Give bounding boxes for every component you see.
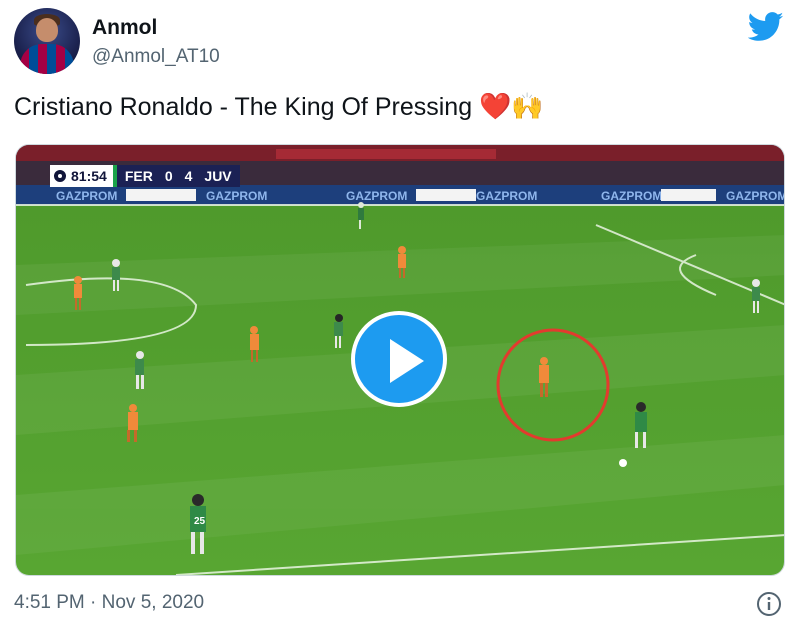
tweet-body: Cristiano Ronaldo - The King Of Pressing — [14, 93, 473, 121]
author-handle[interactable]: @Anmol_AT10 — [92, 46, 220, 68]
tweet-text: Cristiano Ronaldo - The King Of Pressing… — [14, 92, 544, 122]
tweet-emojis: ❤️🙌 — [479, 92, 544, 122]
author-name[interactable]: Anmol — [92, 16, 157, 40]
ad-sponsor: GAZPROM — [346, 189, 407, 203]
home-team: FER — [124, 168, 153, 184]
ad-sponsor: GAZPROM — [56, 189, 117, 203]
shirt-number: 25 — [194, 516, 206, 527]
match-clock: 81:54 — [71, 168, 107, 184]
avatar-head — [36, 18, 58, 42]
ad-sponsor: GAZPROM — [206, 189, 267, 203]
ad-panel-white — [416, 189, 476, 201]
ad-sponsor: GAZPROM — [601, 189, 662, 203]
home-score: 0 — [164, 168, 173, 184]
scoreboard: 81:54 FER 0 4 JUV — [50, 165, 240, 187]
away-team: JUV — [204, 168, 232, 184]
ad-panel-white — [126, 189, 196, 201]
ad-sponsor: GAZPROM — [726, 189, 785, 203]
ad-panel-white — [661, 189, 716, 201]
score-panel: FER 0 4 JUV — [116, 165, 240, 187]
scoreboard-clock-box: 81:54 — [50, 165, 113, 187]
away-score: 4 — [184, 168, 193, 184]
info-icon[interactable] — [756, 591, 782, 617]
play-button[interactable] — [351, 311, 447, 407]
avatar[interactable] — [14, 8, 80, 74]
avatar-shirt — [20, 44, 74, 74]
video-player[interactable]: GAZPROM GAZPROM GAZPROM GAZPROM GAZPROM … — [15, 144, 785, 576]
stadium-seats-middle — [276, 149, 496, 159]
play-icon — [390, 339, 424, 383]
champions-league-icon — [54, 170, 66, 182]
twitter-bird-icon[interactable] — [748, 12, 784, 42]
ad-sponsor: GAZPROM — [476, 189, 537, 203]
football — [619, 459, 627, 467]
tweet-timestamp[interactable]: 4:51 PM · Nov 5, 2020 — [14, 592, 204, 614]
